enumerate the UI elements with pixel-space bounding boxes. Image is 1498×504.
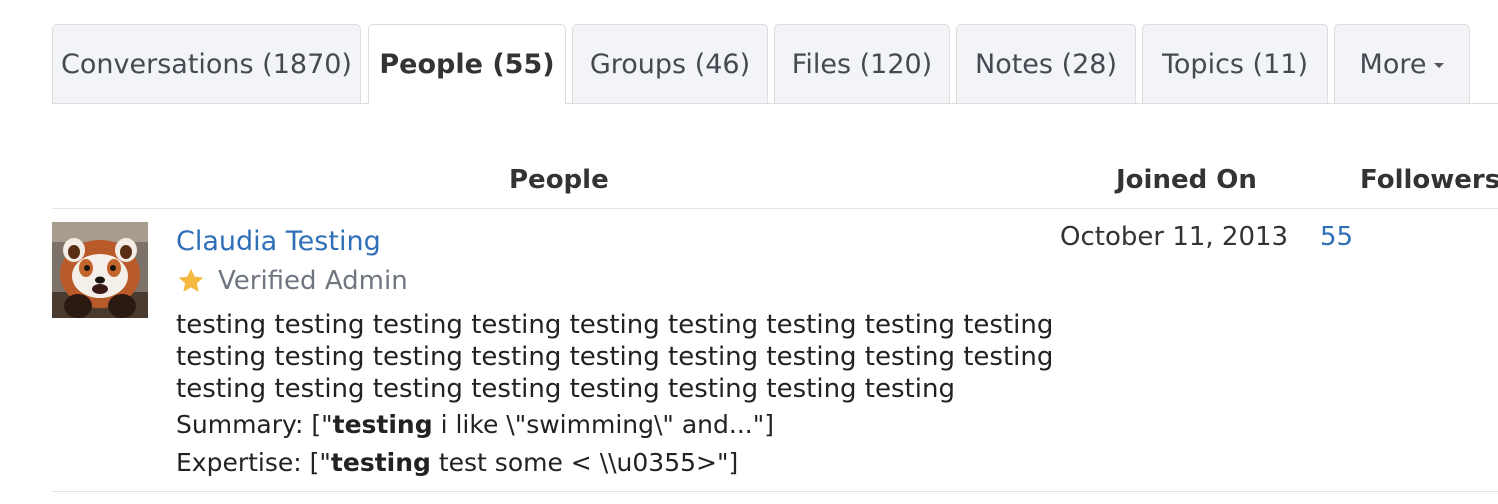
badge-label: Verified Admin [218,266,408,296]
bio-line: testing testing testing testing testing … [176,342,1054,372]
person-bio: testing testing testing testing testing … [176,309,1054,405]
summary-prefix: Summary: [" [176,410,333,439]
joined-on-date: October 11, 2013 [1060,222,1289,252]
summary-field: Summary: ["testing i like \"swimming\" a… [176,410,774,439]
bio-line: testing testing testing testing testing … [176,310,1054,340]
column-header-joined-on[interactable]: Joined On [1116,165,1257,195]
tab-topics[interactable]: Topics (11) [1142,24,1328,103]
table-header-divider [52,208,1498,209]
column-header-people[interactable]: People [509,165,609,195]
tab-notes[interactable]: Notes (28) [956,24,1136,103]
avatar[interactable] [52,222,148,318]
tab-conversations[interactable]: Conversations (1870) [52,24,361,103]
red-panda-avatar-image [52,222,148,318]
expertise-field: Expertise: ["testing test some < \\u0355… [176,448,738,477]
summary-highlight: testing [332,410,433,439]
caret-down-icon [1434,62,1445,68]
tab-people[interactable]: People (55) [368,24,566,104]
tab-bar-divider [52,103,1498,104]
tab-more-label: More [1359,48,1427,80]
table-row-divider [52,491,1498,492]
summary-text: i like \"swimming\" and..."] [432,410,774,439]
tab-bar: Conversations (1870) People (55) Groups … [52,24,1498,104]
star-icon [178,268,204,292]
expertise-text: test some < \\u0355>"] [430,448,739,477]
column-header-followers[interactable]: Followers [1360,165,1498,195]
tab-more-dropdown[interactable]: More [1334,24,1470,103]
tab-files[interactable]: Files (120) [774,24,950,103]
person-name-link[interactable]: Claudia Testing [176,226,381,257]
followers-count-link[interactable]: 55 [1320,222,1353,252]
expertise-highlight: testing [330,448,431,477]
verified-admin-badge: Verified Admin [176,266,408,296]
bio-line: testing testing testing testing testing … [176,374,955,404]
tab-groups[interactable]: Groups (46) [572,24,768,103]
expertise-prefix: Expertise: [" [176,448,331,477]
